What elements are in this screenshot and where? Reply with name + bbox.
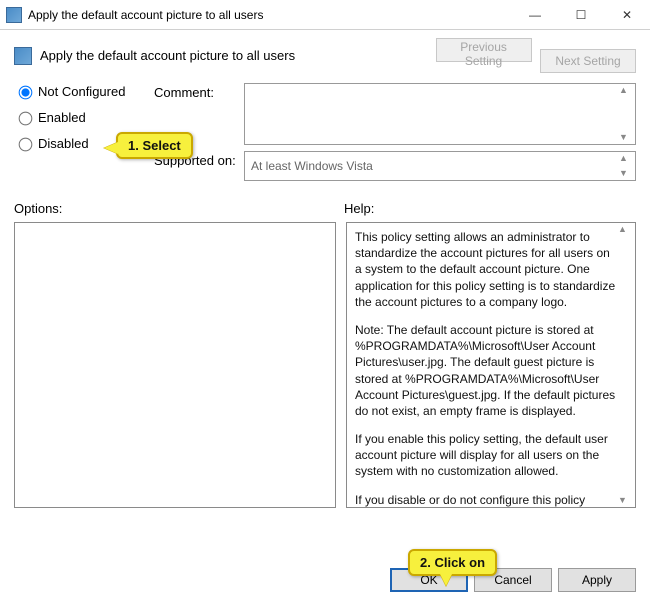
minimize-button[interactable]: — [512, 0, 558, 29]
policy-icon [6, 7, 22, 23]
radio-enabled-label: Enabled [38, 110, 86, 125]
comment-field[interactable]: ▲▼ [244, 83, 636, 145]
radio-not-configured-input[interactable] [19, 86, 33, 100]
policy-title: Apply the default account picture to all… [40, 48, 295, 63]
help-text: This policy setting allows an administra… [355, 229, 617, 310]
help-text: If you disable or do not configure this … [355, 492, 617, 508]
radio-enabled[interactable]: Enabled [14, 109, 154, 125]
options-label: Options: [14, 201, 344, 216]
radio-disabled-input[interactable] [19, 138, 33, 152]
radio-not-configured-label: Not Configured [38, 84, 125, 99]
titlebar: Apply the default account picture to all… [0, 0, 650, 30]
close-button[interactable]: ✕ [604, 0, 650, 29]
previous-setting-button[interactable]: Previous Setting [436, 38, 532, 62]
annotation-select-label: 1. Select [128, 138, 181, 153]
callout-tail-icon [104, 142, 118, 154]
radio-enabled-input[interactable] [19, 112, 33, 126]
policy-icon [14, 47, 32, 65]
options-panel [14, 222, 336, 508]
annotation-click-on: 2. Click on [408, 549, 497, 576]
annotation-click-label: 2. Click on [420, 555, 485, 570]
scroll-arrows-icon[interactable]: ▲▼ [619, 154, 633, 178]
callout-tail-icon [440, 574, 452, 586]
scroll-arrows-icon[interactable]: ▲▼ [618, 225, 632, 505]
maximize-button[interactable]: ☐ [558, 0, 604, 29]
next-setting-button[interactable]: Next Setting [540, 49, 636, 73]
window-title: Apply the default account picture to all… [28, 8, 512, 22]
annotation-select: 1. Select [116, 132, 193, 159]
radio-disabled-label: Disabled [38, 136, 89, 151]
help-text: Note: The default account picture is sto… [355, 322, 617, 419]
help-text: If you enable this policy setting, the d… [355, 431, 617, 480]
apply-button[interactable]: Apply [558, 568, 636, 592]
help-panel: This policy setting allows an administra… [346, 222, 636, 508]
scroll-arrows-icon[interactable]: ▲▼ [619, 86, 633, 142]
supported-on-value: At least Windows Vista [251, 159, 373, 173]
supported-on-field: At least Windows Vista ▲▼ [244, 151, 636, 181]
radio-not-configured[interactable]: Not Configured [14, 83, 154, 99]
help-label: Help: [344, 201, 636, 216]
